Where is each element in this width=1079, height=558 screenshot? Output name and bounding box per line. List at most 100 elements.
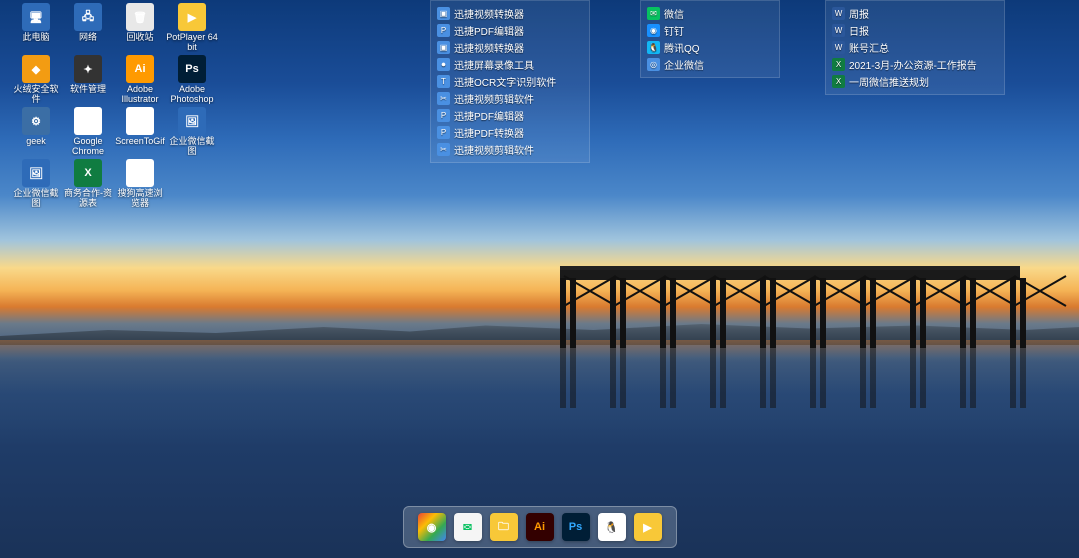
fence-item-label: 日报 <box>849 23 869 38</box>
fence-item[interactable]: P 迅捷PDF编辑器 <box>433 22 587 39</box>
desktop-icon[interactable]: ◉Google Chrome <box>62 106 114 156</box>
fence-item[interactable]: ◉钉钉 <box>643 22 777 39</box>
fence-item-label: 迅捷PDF转换器 <box>454 125 524 140</box>
app-icon: W <box>832 41 845 54</box>
app-icon: Ps <box>178 55 206 83</box>
app-icon: 🖥 <box>22 3 50 31</box>
fence-item[interactable]: W 日报 <box>828 22 1002 39</box>
wallpaper-reflection <box>0 340 1079 520</box>
app-icon: 🖼 <box>22 159 50 187</box>
icon-label: Adobe Illustrator CC 2018 <box>114 84 166 104</box>
icon-label: 回收站 <box>126 32 153 42</box>
desktop-icon[interactable]: ✦软件管理 <box>62 54 114 104</box>
fence-item-label: 迅捷OCR文字识别软件 <box>454 74 556 89</box>
fence-item[interactable]: 🐧 腾讯QQ <box>643 39 777 56</box>
fence-item[interactable]: ▣ 迅捷视频转换器 <box>433 5 587 22</box>
icon-label: 商务合作-资源表 <box>62 188 114 208</box>
fence-item[interactable]: P 迅捷PDF转换器 <box>433 124 587 141</box>
fence-item[interactable]: ⏺迅捷屏幕录像工具 <box>433 56 587 73</box>
fence-item[interactable]: P 迅捷PDF编辑器 <box>433 107 587 124</box>
desktop-icon[interactable]: 🖧网络 <box>62 2 114 52</box>
fence-item[interactable]: ◎企业微信 <box>643 56 777 73</box>
desktop-icon[interactable]: 🖼企业微信截图_20210303... <box>10 158 62 208</box>
desktop-icon[interactable]: S搜狗高速浏览器 <box>114 158 166 208</box>
fence-item-label: 迅捷屏幕录像工具 <box>454 57 534 72</box>
app-icon: ◆ <box>22 55 50 83</box>
dock-item-folder[interactable]: 🗀 <box>490 513 518 541</box>
fence-item[interactable]: W 账号汇总 <box>828 39 1002 56</box>
app-icon: ✉ <box>647 7 660 20</box>
fence-item-label: 账号汇总 <box>849 40 889 55</box>
app-icon: T <box>437 75 450 88</box>
app-icon: X <box>832 75 845 88</box>
icon-label: ScreenToGif <box>115 136 165 146</box>
app-icon: S <box>126 159 154 187</box>
desktop-icon[interactable]: ▶PotPlayer 64 bit <box>166 2 218 52</box>
fence-item-label: 迅捷视频剪辑软件 <box>454 142 534 157</box>
desktop-icon[interactable]: X商务合作-资源表 <box>62 158 114 208</box>
icon-label: Google Chrome <box>62 136 114 156</box>
dock-item-qq[interactable]: 🐧 <box>598 513 626 541</box>
app-icon: 🗑 <box>126 3 154 31</box>
fence-item-label: 微信 <box>664 6 684 21</box>
fence-panel-chat: ✉ 微信◉钉钉 🐧 腾讯QQ◎企业微信 <box>640 0 780 78</box>
app-icon: ✦ <box>74 55 102 83</box>
fence-item[interactable]: ✂迅捷视频剪辑软件 <box>433 141 587 158</box>
desktop-icon[interactable]: ◆火绒安全软件 <box>10 54 62 104</box>
icon-label: geek <box>26 136 46 146</box>
dock-item-illustrator[interactable]: Ai <box>526 513 554 541</box>
app-icon: Ai <box>126 55 154 83</box>
desktop-icon[interactable]: PsAdobe Photoshop CC 2... <box>166 54 218 104</box>
app-icon: ▶ <box>178 3 206 31</box>
app-icon: ◉ <box>74 107 102 135</box>
fence-item[interactable]: T 迅捷OCR文字识别软件 <box>433 73 587 90</box>
desktop-icon[interactable]: 🗑回收站 <box>114 2 166 52</box>
fence-item-label: 周报 <box>849 6 869 21</box>
app-icon: P <box>437 24 450 37</box>
app-icon: P <box>437 126 450 139</box>
dock-item-wechat[interactable]: ✉ <box>454 513 482 541</box>
desktop-icon-grid: 🖥此电脑🖧网络🗑回收站▶PotPlayer 64 bit◆火绒安全软件✦软件管理… <box>10 2 218 208</box>
fence-item[interactable]: X 一周微信推送规划 <box>828 73 1002 90</box>
app-icon: ◎ <box>647 58 660 71</box>
icon-label: 软件管理 <box>70 84 106 94</box>
icon-label: PotPlayer 64 bit <box>166 32 218 52</box>
icon-label: 搜狗高速浏览器 <box>114 188 166 208</box>
dock-item-chrome[interactable]: ◉ <box>418 513 446 541</box>
desktop-icon[interactable]: 🖥此电脑 <box>10 2 62 52</box>
fence-item-label: 迅捷视频转换器 <box>454 6 524 21</box>
fence-item-label: 2021-3月-办公资源-工作报告 <box>849 57 977 72</box>
desktop-icon[interactable]: 🖼企业微信截图_20210303... <box>166 106 218 156</box>
fence-item-label: 钉钉 <box>664 23 684 38</box>
icon-label: 网络 <box>79 32 97 42</box>
desktop-icon[interactable]: ⏺ScreenToGif <box>114 106 166 156</box>
app-icon: ▣ <box>437 41 450 54</box>
app-icon: 🐧 <box>647 41 660 54</box>
fence-item[interactable]: W 周报 <box>828 5 1002 22</box>
fence-item[interactable]: ✉ 微信 <box>643 5 777 22</box>
fence-panel-tools: ▣迅捷视频转换器P迅捷PDF编辑器▣迅捷视频转换器⏺迅捷屏幕录像工具T迅捷OCR… <box>430 0 590 163</box>
fence-item-label: 一周微信推送规划 <box>849 74 929 89</box>
dock-item-photoshop[interactable]: Ps <box>562 513 590 541</box>
app-icon: P <box>437 109 450 122</box>
desktop-icon[interactable]: AiAdobe Illustrator CC 2018 <box>114 54 166 104</box>
fence-item-label: 迅捷PDF编辑器 <box>454 23 524 38</box>
fence-item-label: 迅捷PDF编辑器 <box>454 108 524 123</box>
app-icon: ⏺ <box>126 107 154 135</box>
fence-item[interactable]: ✂迅捷视频剪辑软件 <box>433 90 587 107</box>
fence-item-label: 腾讯QQ <box>664 40 700 55</box>
fence-item[interactable]: ▣迅捷视频转换器 <box>433 39 587 56</box>
app-icon: 🖼 <box>178 107 206 135</box>
icon-label: 此电脑 <box>22 32 49 42</box>
app-icon: W <box>832 24 845 37</box>
dock: ◉ ✉ 🗀 Ai Ps 🐧 ▶ <box>403 506 677 548</box>
fence-item[interactable]: X2021-3月-办公资源-工作报告 <box>828 56 1002 73</box>
desktop-icon[interactable]: ⚙geek <box>10 106 62 156</box>
app-icon: ▣ <box>437 7 450 20</box>
dock-item-potplayer[interactable]: ▶ <box>634 513 662 541</box>
app-icon: W <box>832 7 845 20</box>
app-icon: 🖧 <box>74 3 102 31</box>
icon-label: 企业微信截图_20210303... <box>10 188 62 208</box>
app-icon: ⚙ <box>22 107 50 135</box>
fence-panel-docs: W 周报 W 日报 W 账号汇总X2021-3月-办公资源-工作报告 X 一周微信推送规划 <box>825 0 1005 95</box>
